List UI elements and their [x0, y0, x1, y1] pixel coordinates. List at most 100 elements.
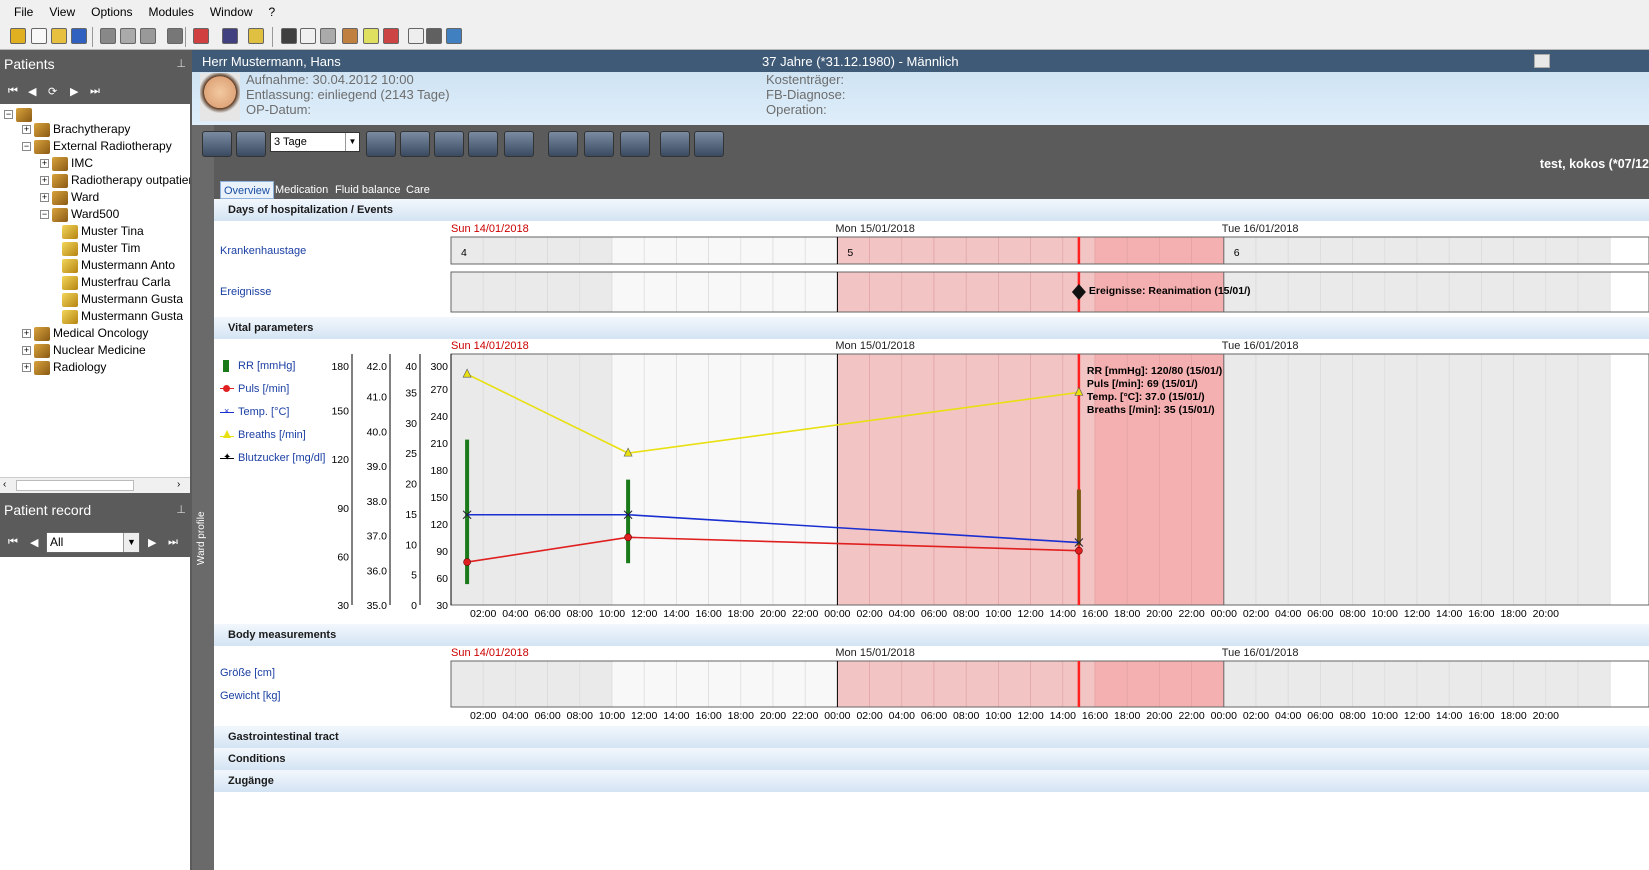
window-restore-icon[interactable] [1534, 54, 1550, 68]
print-setup-icon[interactable] [140, 28, 156, 44]
last-icon[interactable]: ⏭ [168, 536, 178, 549]
lock-icon[interactable] [222, 28, 238, 44]
image-icon[interactable] [363, 28, 379, 44]
table-icon[interactable] [446, 28, 462, 44]
menu-file[interactable]: File [6, 5, 41, 19]
menu-window[interactable]: Window [202, 5, 261, 19]
tree-folder-item[interactable]: − Ward500 [40, 206, 119, 223]
first-icon[interactable]: ⏮ [8, 85, 18, 98]
folder-icon [34, 360, 50, 375]
note-icon[interactable] [300, 28, 316, 44]
menu-view[interactable]: View [41, 5, 83, 19]
tree-item-label: Ward500 [71, 207, 120, 221]
collapse-icon[interactable]: − [4, 110, 13, 119]
hour-cell [1030, 660, 1064, 708]
tree-patient-item[interactable]: Mustermann Gusta [62, 291, 183, 308]
hour-cell [611, 271, 645, 313]
go-forward-icon[interactable] [434, 131, 464, 157]
record-filter-select[interactable]: All ▼ [46, 532, 140, 553]
hour-cell [901, 353, 935, 606]
edit-icon[interactable] [408, 28, 424, 44]
tree-folder-item[interactable]: + Ward [40, 189, 99, 206]
tree-folder-item[interactable]: + Radiology [22, 359, 106, 376]
scroll-right-icon[interactable]: › [177, 479, 180, 490]
pin-icon[interactable]: ⊥ [176, 497, 186, 523]
calendar-icon[interactable] [342, 28, 358, 44]
chevron-down-icon[interactable]: ▼ [123, 533, 139, 552]
new-document-icon[interactable] [31, 28, 47, 44]
chevron-down-icon[interactable]: ▼ [345, 133, 359, 151]
print-icon[interactable] [620, 131, 650, 157]
scroll-thumb[interactable] [16, 480, 134, 491]
next-icon[interactable]: ▶ [148, 536, 156, 549]
tree-patient-item[interactable]: Mustermann Anto [62, 257, 175, 274]
hour-cell [708, 353, 742, 606]
go-first-icon[interactable] [366, 131, 396, 157]
collapse-icon[interactable]: − [22, 142, 31, 151]
pin-icon[interactable]: ⊥ [176, 51, 186, 77]
collapse-icon[interactable]: − [40, 210, 49, 219]
first-icon[interactable]: ⏮ [8, 536, 18, 549]
tree-patient-item[interactable]: Muster Tim [62, 240, 140, 257]
key-icon[interactable] [10, 28, 26, 44]
tree-horizontal-scrollbar[interactable]: ‹ › [0, 477, 190, 493]
hour-label: 08:00 [567, 710, 593, 722]
tree-folder-item[interactable]: + Nuclear Medicine [22, 342, 146, 359]
user-icon[interactable] [248, 28, 264, 44]
menu-help[interactable]: ? [261, 5, 284, 19]
go-last-icon[interactable] [468, 131, 498, 157]
record-icon[interactable] [320, 28, 336, 44]
data-point [463, 558, 471, 566]
tools-icon[interactable] [426, 28, 442, 44]
export-icon[interactable] [584, 131, 614, 157]
refresh-icon[interactable] [504, 131, 534, 157]
clipboard-icon[interactable] [383, 28, 399, 44]
expand-icon[interactable]: + [22, 346, 31, 355]
menu-options[interactable]: Options [83, 5, 140, 19]
copy-icon[interactable] [167, 28, 183, 44]
print-preview-icon[interactable] [120, 28, 136, 44]
tab-care[interactable]: Care [403, 181, 433, 199]
expand-icon[interactable]: + [22, 125, 31, 134]
star-icon[interactable] [548, 131, 578, 157]
zoom-out-icon[interactable] [236, 131, 266, 157]
expand-icon[interactable]: + [22, 363, 31, 372]
cancel-icon[interactable] [193, 28, 209, 44]
ward-profile-strip[interactable]: Ward profile [192, 125, 214, 870]
prev-icon[interactable]: ◀ [30, 536, 38, 549]
hour-cell [1126, 660, 1160, 708]
info-icon[interactable] [694, 131, 724, 157]
next-icon[interactable]: ▶ [70, 85, 78, 98]
print-icon[interactable] [100, 28, 116, 44]
expand-icon[interactable]: + [40, 193, 49, 202]
refresh-icon[interactable]: ⟳ [48, 85, 57, 98]
last-icon[interactable]: ⏭ [90, 85, 100, 98]
hour-label: 06:00 [1307, 710, 1333, 722]
tab-medication[interactable]: Medication [272, 181, 331, 199]
expand-icon[interactable]: + [40, 176, 49, 185]
help-icon[interactable] [660, 131, 690, 157]
measure-icon[interactable] [281, 28, 297, 44]
tree-folder-item[interactable]: + Radiotherapy outpatien [40, 172, 190, 189]
scroll-left-icon[interactable]: ‹ [3, 479, 6, 490]
tree-folder-item[interactable]: + Medical Oncology [22, 325, 148, 342]
tab-overview[interactable]: Overview [220, 181, 274, 199]
range-select[interactable]: 3 Tage ▼ [270, 132, 360, 152]
open-folder-icon[interactable] [51, 28, 67, 44]
save-icon[interactable] [71, 28, 87, 44]
tree-folder-item[interactable]: + IMC [40, 155, 93, 172]
menu-modules[interactable]: Modules [141, 5, 202, 19]
hour-label: 00:00 [824, 608, 850, 620]
prev-icon[interactable]: ◀ [28, 85, 36, 98]
tree-folder-item[interactable]: − External Radiotherapy [22, 138, 172, 155]
tree-patient-item[interactable]: Musterfrau Carla [62, 274, 170, 291]
tab-fluid-balance[interactable]: Fluid balance [332, 181, 403, 199]
hour-cell [450, 660, 484, 708]
tree-folder-item[interactable]: + Brachytherapy [22, 121, 130, 138]
expand-icon[interactable]: + [22, 329, 31, 338]
expand-icon[interactable]: + [40, 159, 49, 168]
zoom-in-icon[interactable] [202, 131, 232, 157]
tree-patient-item[interactable]: Muster Tina [62, 223, 144, 240]
tree-patient-item[interactable]: Mustermann Gusta [62, 308, 183, 325]
go-back-icon[interactable] [400, 131, 430, 157]
